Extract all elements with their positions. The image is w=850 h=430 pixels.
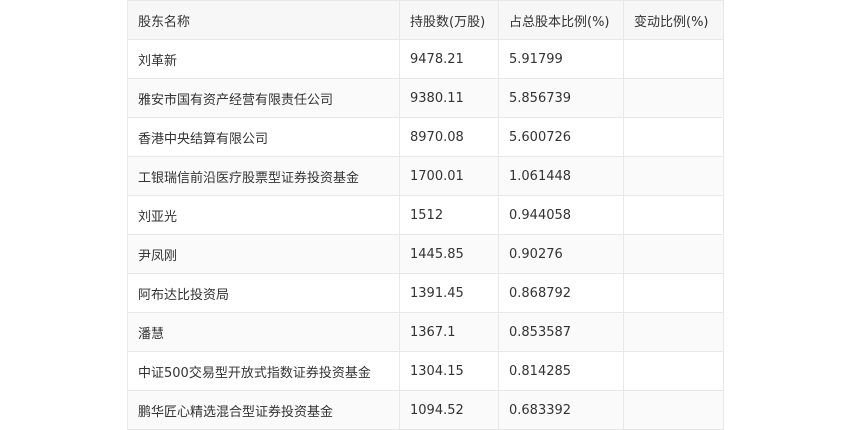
cell-ratio: 0.853587 <box>498 312 624 352</box>
cell-shares: 1512 <box>399 195 499 235</box>
header-shareholder-name: 股东名称 <box>127 0 400 40</box>
cell-change <box>623 312 724 352</box>
cell-name: 刘革新 <box>127 39 400 79</box>
cell-ratio: 0.944058 <box>498 195 624 235</box>
cell-change <box>623 351 724 391</box>
cell-ratio: 5.91799 <box>498 39 624 79</box>
cell-ratio: 0.90276 <box>498 234 624 274</box>
cell-ratio: 0.868792 <box>498 273 624 313</box>
table-row: 香港中央结算有限公司 8970.08 5.600726 <box>127 117 724 157</box>
cell-change <box>623 234 724 274</box>
cell-shares: 9478.21 <box>399 39 499 79</box>
table-body: 刘革新 9478.21 5.91799 雅安市国有资产经营有限责任公司 9380… <box>127 39 724 430</box>
header-row: 股东名称 持股数(万股) 占总股本比例(%) 变动比例(%) <box>127 0 724 40</box>
table-row: 阿布达比投资局 1391.45 0.868792 <box>127 273 724 313</box>
table-row: 潘慧 1367.1 0.853587 <box>127 312 724 352</box>
cell-ratio: 5.600726 <box>498 117 624 157</box>
cell-change <box>623 78 724 118</box>
cell-ratio: 0.683392 <box>498 390 624 430</box>
cell-name: 香港中央结算有限公司 <box>127 117 400 157</box>
cell-shares: 1700.01 <box>399 156 499 196</box>
cell-shares: 1445.85 <box>399 234 499 274</box>
header-share-ratio: 占总股本比例(%) <box>498 0 624 40</box>
table-row: 刘革新 9478.21 5.91799 <box>127 39 724 79</box>
cell-shares: 1367.1 <box>399 312 499 352</box>
table-row: 工银瑞信前沿医疗股票型证券投资基金 1700.01 1.061448 <box>127 156 724 196</box>
table-row: 雅安市国有资产经营有限责任公司 9380.11 5.856739 <box>127 78 724 118</box>
table-row: 鹏华匠心精选混合型证券投资基金 1094.52 0.683392 <box>127 390 724 430</box>
shareholders-table: 股东名称 持股数(万股) 占总股本比例(%) 变动比例(%) 刘革新 9478.… <box>127 0 724 430</box>
table-row: 中证500交易型开放式指数证券投资基金 1304.15 0.814285 <box>127 351 724 391</box>
header-shares-held: 持股数(万股) <box>399 0 499 40</box>
cell-name: 鹏华匠心精选混合型证券投资基金 <box>127 390 400 430</box>
table-row: 刘亚光 1512 0.944058 <box>127 195 724 235</box>
cell-change <box>623 156 724 196</box>
cell-name: 雅安市国有资产经营有限责任公司 <box>127 78 400 118</box>
cell-name: 中证500交易型开放式指数证券投资基金 <box>127 351 400 391</box>
cell-ratio: 0.814285 <box>498 351 624 391</box>
cell-shares: 1094.52 <box>399 390 499 430</box>
cell-name: 潘慧 <box>127 312 400 352</box>
cell-change <box>623 390 724 430</box>
table-row: 尹凤刚 1445.85 0.90276 <box>127 234 724 274</box>
cell-shares: 9380.11 <box>399 78 499 118</box>
cell-change <box>623 273 724 313</box>
cell-change <box>623 195 724 235</box>
cell-name: 工银瑞信前沿医疗股票型证券投资基金 <box>127 156 400 196</box>
cell-name: 尹凤刚 <box>127 234 400 274</box>
header-change-ratio: 变动比例(%) <box>623 0 724 40</box>
cell-change <box>623 39 724 79</box>
table-header: 股东名称 持股数(万股) 占总股本比例(%) 变动比例(%) <box>127 0 724 40</box>
cell-ratio: 1.061448 <box>498 156 624 196</box>
cell-name: 阿布达比投资局 <box>127 273 400 313</box>
cell-change <box>623 117 724 157</box>
cell-ratio: 5.856739 <box>498 78 624 118</box>
cell-shares: 1304.15 <box>399 351 499 391</box>
cell-shares: 1391.45 <box>399 273 499 313</box>
cell-shares: 8970.08 <box>399 117 499 157</box>
cell-name: 刘亚光 <box>127 195 400 235</box>
